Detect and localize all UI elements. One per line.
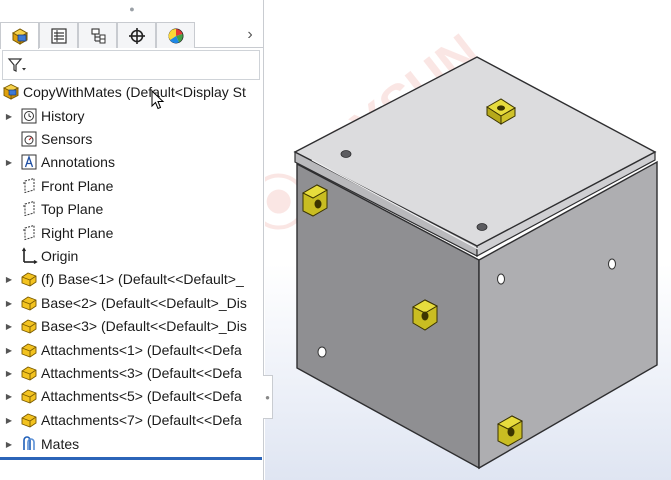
tree-item-front-plane[interactable]: Front Plane — [0, 175, 113, 197]
property-list-icon — [50, 27, 67, 44]
tree-item-label: Attachments<5> (Default<<Defa — [41, 388, 242, 404]
tree-item-label: Base<2> (Default<<Default>_Dis — [41, 295, 247, 311]
tree-item-component[interactable]: ▶ Base<3> (Default<<Default>_Dis — [0, 315, 247, 337]
tree-item-annotations[interactable]: ▶ Annotations — [0, 151, 115, 173]
origin-icon — [20, 247, 38, 265]
tree-item-history[interactable]: ▶ History — [0, 105, 85, 127]
feature-manager-panel: ● › CopyWithMates (Default<Display St ▶ … — [0, 0, 264, 480]
tab-configurationmanager[interactable] — [78, 22, 117, 48]
crosshair-icon — [128, 27, 145, 44]
tree-item-component[interactable]: ▶ Attachments<5> (Default<<Defa — [0, 385, 242, 407]
plane-icon — [20, 200, 38, 218]
tree-item-label: Right Plane — [41, 225, 114, 241]
tree-item-component[interactable]: ▶ (f) Base<1> (Default<<Default>_ — [0, 268, 244, 290]
tree-item-label: Origin — [41, 248, 79, 264]
tree-item-label: Attachments<1> (Default<<Defa — [41, 342, 242, 358]
assembly-icon — [2, 83, 20, 101]
plane-icon — [20, 224, 38, 242]
expand-arrow-icon[interactable]: ▶ — [4, 158, 14, 167]
tree-item-label: Top Plane — [41, 201, 104, 217]
hole — [340, 150, 352, 158]
tree-item-top-plane[interactable]: Top Plane — [0, 198, 103, 220]
panel-resize-grip[interactable]: ● — [263, 375, 273, 419]
part-icon — [20, 364, 38, 382]
tree-item-label: Annotations — [41, 154, 115, 170]
panel-bottom-highlight — [0, 457, 262, 460]
panel-grip[interactable]: ● — [0, 0, 263, 18]
tree-item-component[interactable]: ▶ Attachments<1> (Default<<Defa — [0, 339, 242, 361]
history-icon — [20, 107, 38, 125]
part-icon — [20, 294, 38, 312]
hole — [476, 223, 488, 231]
tree-item-label: Sensors — [41, 131, 93, 147]
mates-icon — [20, 435, 38, 453]
plane-icon — [20, 177, 38, 195]
hole — [608, 258, 616, 270]
tree-item-mates[interactable]: ▶ Mates — [0, 433, 79, 455]
tree-item-right-plane[interactable]: Right Plane — [0, 222, 113, 244]
tree-filter-box[interactable] — [2, 50, 260, 80]
tree-item-label: (f) Base<1> (Default<<Default>_ — [41, 271, 244, 287]
part-icon — [20, 341, 38, 359]
expand-arrow-icon[interactable]: ▶ — [4, 112, 14, 121]
tree-item-component[interactable]: ▶ Attachments<7> (Default<<Defa — [0, 409, 242, 431]
annotations-icon — [20, 153, 38, 171]
assembly-tab-icon — [11, 28, 28, 45]
tree-item-label: Attachments<3> (Default<<Defa — [41, 365, 242, 381]
expand-arrow-icon[interactable]: ▶ — [4, 275, 14, 284]
manager-tab-bar: › — [0, 22, 263, 49]
tree-item-label: Attachments<7> (Default<<Defa — [41, 412, 242, 428]
tree-item-label: Front Plane — [41, 178, 114, 194]
tab-propertymanager[interactable] — [39, 22, 78, 48]
hole — [317, 346, 327, 358]
expand-arrow-icon[interactable]: ▶ — [4, 392, 14, 401]
expand-arrow-icon[interactable]: ▶ — [4, 346, 14, 355]
expand-arrow-icon[interactable]: ▶ — [4, 299, 14, 308]
tree-item-component[interactable]: ▶ Base<2> (Default<<Default>_Dis — [0, 292, 247, 314]
tree-root-label: CopyWithMates (Default<Display St — [23, 84, 246, 100]
tab-featuremanager[interactable] — [0, 22, 39, 49]
filter-icon[interactable] — [7, 57, 27, 73]
tree-item-label: History — [41, 108, 85, 124]
more-tabs-button[interactable]: › — [240, 22, 260, 48]
tree-root-assembly[interactable]: CopyWithMates (Default<Display St — [2, 81, 246, 103]
hole — [497, 273, 505, 285]
expand-arrow-icon[interactable]: ▶ — [4, 369, 14, 378]
configuration-icon — [90, 27, 105, 43]
mouse-cursor-icon — [151, 90, 165, 110]
expand-arrow-icon[interactable]: ▶ — [4, 440, 14, 449]
display-manager-icon — [168, 28, 183, 43]
part-icon — [20, 411, 38, 429]
expand-arrow-icon[interactable]: ▶ — [4, 322, 14, 331]
tree-item-component[interactable]: ▶ Attachments<3> (Default<<Defa — [0, 362, 242, 384]
tab-dimxpertmanager[interactable] — [117, 22, 156, 48]
part-icon — [20, 387, 38, 405]
tree-item-sensors[interactable]: Sensors — [0, 128, 92, 150]
graphics-viewport[interactable]: JOYSUN — [265, 0, 671, 480]
tree-item-origin[interactable]: Origin — [0, 245, 78, 267]
tab-displaymanager[interactable] — [156, 22, 195, 48]
tree-item-label: Base<3> (Default<<Default>_Dis — [41, 318, 247, 334]
sensors-icon — [20, 130, 38, 148]
tree-item-label: Mates — [41, 436, 80, 452]
assembly-3d-view[interactable]: JOYSUN — [265, 0, 671, 480]
part-icon — [20, 270, 38, 288]
expand-arrow-icon[interactable]: ▶ — [4, 416, 14, 425]
part-icon — [20, 317, 38, 335]
